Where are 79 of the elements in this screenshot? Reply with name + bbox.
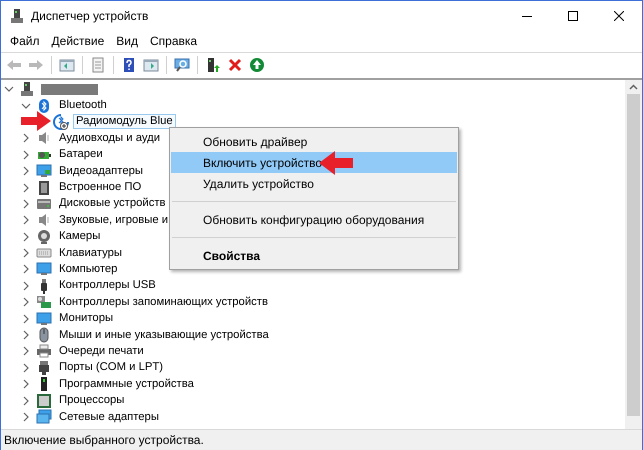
close-icon <box>614 11 624 21</box>
tree-item[interactable]: Мониторы <box>56 311 116 326</box>
pointer-arrow <box>21 111 51 131</box>
tree-item[interactable]: Очереди печати <box>56 344 147 359</box>
menu-item[interactable]: Файл <box>4 31 46 51</box>
menu-item[interactable]: Действие <box>46 31 110 51</box>
tree-item[interactable]: Клавиатуры <box>56 246 126 261</box>
expand-icon[interactable] <box>21 182 31 193</box>
collapse-icon[interactable] <box>21 100 31 111</box>
help-icon <box>121 56 137 72</box>
network-icon <box>36 409 52 425</box>
status-bar: Включение выбранного устройства. <box>1 429 642 450</box>
device-update-icon <box>205 56 221 72</box>
tree-item[interactable]: Видеоадаптеры <box>56 164 146 179</box>
expand-icon[interactable] <box>21 150 31 160</box>
properties-icon <box>90 56 106 72</box>
context-menu-item[interactable]: Включить устройство <box>171 152 457 173</box>
expand-icon[interactable] <box>21 314 31 324</box>
bluetooth-device-icon <box>53 114 69 130</box>
expand-icon[interactable] <box>21 297 31 308</box>
collapse-icon[interactable] <box>4 84 14 94</box>
expand-icon[interactable] <box>21 396 31 406</box>
expand-icon[interactable] <box>21 133 31 144</box>
tree-item[interactable]: Контроллеры запоминающих устройств <box>56 294 271 310</box>
expand-icon[interactable] <box>21 166 31 176</box>
tree-item[interactable]: Контроллеры USB <box>56 278 159 294</box>
window-title: Диспетчер устройств <box>31 8 148 25</box>
chip-icon <box>36 180 52 196</box>
computer-icon <box>19 81 35 98</box>
tree-item[interactable]: Радиомодуль Blue <box>73 114 176 130</box>
tree-item[interactable]: Процессоры <box>56 393 128 408</box>
menu-item[interactable]: Справка <box>144 31 204 51</box>
expand-icon[interactable] <box>21 215 31 226</box>
expand-icon[interactable] <box>21 412 31 422</box>
enable-icon <box>249 56 265 72</box>
context-menu-item[interactable]: Обновить конфигурацию оборудования <box>171 209 457 230</box>
expand-icon[interactable] <box>21 198 31 209</box>
menu-item[interactable]: Вид <box>110 31 144 51</box>
panel-icon <box>59 56 75 72</box>
delete-icon <box>227 56 243 72</box>
scrollbar[interactable] <box>625 80 642 429</box>
expand-icon[interactable] <box>21 232 31 242</box>
tree-item[interactable]: Компьютер <box>56 262 120 277</box>
printer-icon <box>36 343 52 360</box>
scan-icon <box>174 56 190 72</box>
processor-icon <box>36 392 52 409</box>
expand-icon[interactable] <box>21 379 31 390</box>
expand-icon[interactable] <box>21 280 31 291</box>
tree-item[interactable]: Bluetooth <box>56 98 110 114</box>
monitor-icon <box>36 261 52 278</box>
monitor-icon <box>36 163 52 180</box>
tree-item[interactable]: Программные устройства <box>56 376 197 392</box>
tree-item[interactable]: Звуковые, игровые и <box>56 212 172 228</box>
tree-item[interactable]: Камеры <box>56 229 104 244</box>
tree-item[interactable]: Батареи <box>56 147 106 162</box>
webcam-icon <box>36 228 52 245</box>
panel-icon <box>143 56 159 72</box>
context-menu-item[interactable]: Обновить драйвер <box>171 131 457 152</box>
monitor-icon <box>36 310 52 327</box>
tree-item[interactable]: Сетевые адаптеры <box>56 410 162 424</box>
scroll-thumb[interactable] <box>627 94 640 416</box>
maximize-icon <box>568 11 578 21</box>
expand-icon[interactable] <box>21 362 31 373</box>
tree-item[interactable]: Аудиовходы и ауди <box>56 130 164 146</box>
expand-icon[interactable] <box>21 264 31 274</box>
expand-icon[interactable] <box>21 346 31 356</box>
scroll-up-icon[interactable] <box>629 84 638 90</box>
expand-icon[interactable] <box>21 330 31 340</box>
context-menu-item[interactable]: Удалить устройство <box>171 173 457 194</box>
controller-icon <box>36 294 52 310</box>
tree-item[interactable]: Встроенное ПО <box>56 180 144 196</box>
tree-item[interactable]: Порты (COM и LPT) <box>56 360 166 376</box>
bluetooth-icon <box>36 98 52 114</box>
tree-item[interactable]: Дисковые устройств <box>56 196 169 212</box>
tree-item[interactable]: Мыши и иные указывающие устройства <box>56 328 272 343</box>
context-menu-item[interactable]: Свойства <box>171 245 457 266</box>
port-icon <box>36 360 52 376</box>
expand-icon[interactable] <box>21 248 31 258</box>
app-icon <box>9 8 25 24</box>
